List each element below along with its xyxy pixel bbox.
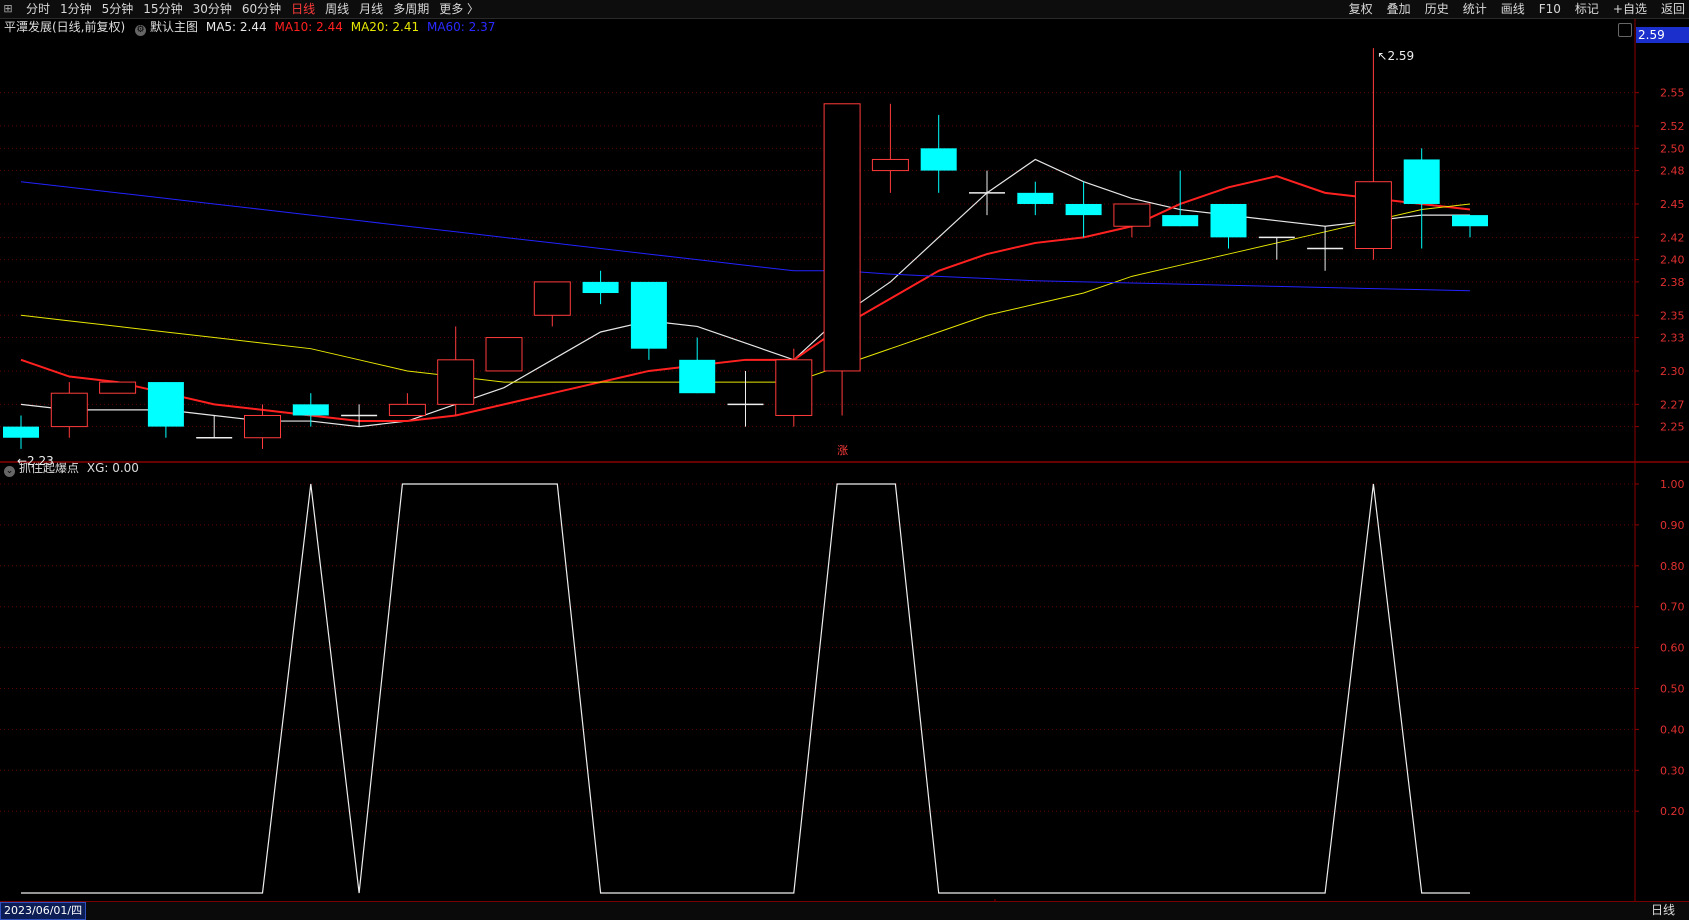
candle-body-down [1162,215,1199,227]
candle-body-up [533,281,571,316]
candle-body-down [920,148,957,171]
tab-3[interactable]: 15分钟 [143,0,182,18]
sub-tick-label: 0.30 [1660,764,1685,777]
sub-tick-label: 1.00 [1660,478,1685,491]
candle-body-up [1354,181,1392,249]
sub-tick-label: 0.60 [1660,642,1685,655]
candle-body-down [582,281,619,294]
status-bar [0,901,1689,920]
tab-5[interactable]: 60分钟 [242,0,281,18]
ma-line-ma60 [20,181,1471,292]
toolbar-button-5[interactable]: F10 [1539,0,1561,18]
candle-body-up [50,392,88,428]
candle-body-down [147,382,184,427]
toolbar-button-4[interactable]: 画线 [1501,0,1525,18]
candle-body-up [437,359,475,405]
tab-4[interactable]: 30分钟 [193,0,232,18]
tab-1[interactable]: 1分钟 [60,0,92,18]
tab-6[interactable]: 日线 [291,0,315,18]
candle-body-down [3,426,39,438]
toolbar-button-7[interactable]: +自选 [1613,0,1647,18]
candle-body-down [1017,192,1054,204]
main-tick-label: 2.40 [1660,254,1685,267]
toolbar-button-3[interactable]: 统计 [1463,0,1487,18]
high-price-annotation: ↖2.59 [1377,49,1414,63]
sub-tick-label: 0.40 [1660,723,1685,736]
period-label: 日线 [1650,903,1675,917]
sub-tick-label: 0.20 [1660,805,1685,818]
main-tick-label: 2.55 [1660,87,1685,100]
sub-tick-label: 0.80 [1660,560,1685,573]
sub-tick-label: 0.50 [1660,683,1685,696]
candle-body-down [1210,203,1247,238]
toolbar-button-1[interactable]: 叠加 [1387,0,1411,18]
toolbar-button-8[interactable]: 返回 [1661,0,1685,18]
candle-body-down [292,404,329,416]
candle-body-up [775,359,813,416]
main-tick-label: 2.35 [1660,309,1685,322]
toolbar-button-0[interactable]: 复权 [1349,0,1373,18]
candle-body-up [244,414,281,439]
main-tick-label: 2.45 [1660,198,1685,211]
cursor-date: 2023/06/01/四 [0,902,87,920]
low-price-annotation: ←2.23 [17,454,54,468]
ma-line-ma20 [20,203,1471,383]
main-tick-label: 2.25 [1660,421,1685,434]
toolbar-button-6[interactable]: 标记 [1575,0,1599,18]
candle-body-up [1113,203,1151,227]
candle-body-down [1065,203,1102,216]
tab-0[interactable]: 分时 [26,0,50,18]
period-toolbar: ⊞ 分时 1分钟 5分钟 15分钟 30分钟 60分钟 日线 周线 月线 多周期 更多 〉 复权 叠加… [0,0,1689,19]
tab-2[interactable]: 5分钟 [102,0,134,18]
candle-body-up [871,158,909,172]
main-tick-label: 2.48 [1660,165,1685,178]
sub-tick-label: 0.70 [1660,601,1685,614]
main-tick-label: 2.33 [1660,332,1685,345]
main-tick-label: 2.30 [1660,365,1685,378]
tab-9[interactable]: 多周期 [393,0,429,18]
limit-up-marker: 涨 [837,444,848,457]
candle-body-down [1452,215,1488,227]
candle-body-up [485,337,523,372]
main-tick-label: 2.50 [1660,142,1685,155]
main-tick-label: 2.42 [1660,231,1685,244]
toolbar-actions: 复权 叠加 历史 统计 画线 F10 标记 +自选 返回 [1335,0,1685,18]
sub-tick-label: 0.90 [1660,519,1685,532]
candle-body-down [679,359,716,394]
candle-body-up [99,381,137,394]
tab-8[interactable]: 月线 [359,0,383,18]
period-tabs: 分时 1分钟 5分钟 15分钟 30分钟 60分钟 日线 周线 月线 多周期 更多 〉 [26,0,489,18]
candle-body-down [630,281,667,349]
tab-7[interactable]: 周线 [325,0,349,18]
main-tick-label: 2.38 [1660,276,1685,289]
main-tick-label: 2.27 [1660,398,1685,411]
toolbar-button-2[interactable]: 历史 [1425,0,1449,18]
pin-icon[interactable]: ⊞ [0,1,16,17]
main-tick-label: 2.52 [1660,120,1685,133]
kline-chart[interactable]: 2.55 2.52 2.50 2.48 2.45 2.42 2.40 2.38 2.35 2.33… [0,19,1689,901]
tab-10[interactable]: 更多 〉 [439,0,479,18]
candle-body-up [388,403,426,416]
candle-body-up [823,103,861,372]
candle-body-down [1403,159,1440,204]
